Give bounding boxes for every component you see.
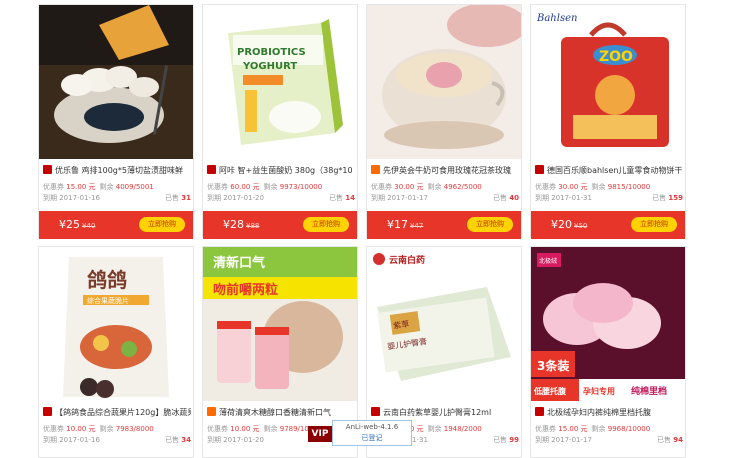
- product-card[interactable]: 先伊英会牛奶可食用玫瑰花冠茶玫瑰 优惠券 30.00 元剩余 4962/5000…: [366, 4, 522, 239]
- svg-text:鸽鸽: 鸽鸽: [87, 268, 127, 292]
- svg-text:PROBIOTICS: PROBIOTICS: [237, 47, 306, 58]
- buy-now-button[interactable]: 立即抢购: [631, 217, 677, 232]
- svg-text:综合果蔬脆片: 综合果蔬脆片: [87, 296, 129, 305]
- product-image[interactable]: PROBIOTICS YOGHURT: [203, 5, 357, 159]
- extension-popup[interactable]: AnLi-web-4.1.6 已登记: [332, 420, 412, 446]
- tmall-icon: [207, 165, 216, 174]
- price: ¥25 ¥40: [59, 218, 96, 231]
- price-bar: ¥25 ¥40 立即抢购: [39, 211, 193, 239]
- product-title[interactable]: 先伊英会牛奶可食用玫瑰花冠茶玫瑰: [371, 165, 519, 177]
- tmall-icon: [535, 407, 544, 416]
- price-bar: ¥28 ¥88 立即抢购: [203, 211, 357, 239]
- svg-text:Bahlsen: Bahlsen: [536, 13, 577, 24]
- coupon-info: 优惠券 30.00 元剩余 4962/5000: [371, 183, 482, 191]
- svg-text:YOGHURT: YOGHURT: [242, 61, 297, 72]
- tmall-icon: [535, 165, 544, 174]
- product-title[interactable]: 【鸽鸽食品综合蔬果片120g】脆冰蔬果: [43, 407, 191, 419]
- product-title[interactable]: 云南白药紫草婴儿护臀膏12ml: [371, 407, 519, 419]
- svg-text:北极绒: 北极绒: [539, 257, 557, 265]
- price: ¥28 ¥88: [223, 218, 260, 231]
- tmall-icon: [43, 407, 52, 416]
- svg-text:低腰托腹: 低腰托腹: [533, 386, 567, 396]
- expiry-info: 到期 2017-01-20 已售 14: [207, 194, 355, 202]
- taobao-icon: [207, 407, 216, 416]
- product-title[interactable]: 优乐鲁 鸡排100g*5薄切盐渍甜味鲜: [43, 165, 191, 177]
- tmall-icon: [371, 407, 380, 416]
- expiry-info: 到期 2017-01-16 已售 31: [43, 194, 191, 202]
- svg-text:纯棉里档: 纯棉里档: [631, 385, 667, 397]
- extension-status-link[interactable]: 已登记: [333, 433, 411, 443]
- product-image[interactable]: 清新口气 吻前嚼两粒: [203, 247, 357, 401]
- coupon-info: 优惠券 60.00 元剩余 9973/10000: [207, 183, 323, 191]
- vip-badge[interactable]: VIP: [308, 426, 332, 442]
- tmall-icon: [43, 165, 52, 174]
- product-card[interactable]: Bahlsen ZOO 德国百乐顺bahlsen儿童零食动物饼干 优惠券 30.…: [530, 4, 686, 239]
- taobao-icon: [371, 165, 380, 174]
- product-card[interactable]: 北极绒 3条装 低腰托腹 孕妇专用 纯棉里档 北极绒孕妇内裤纯棉里档托腹 优惠券…: [530, 246, 686, 458]
- expiry-info: 到期 2017-01-17 已售 94: [535, 436, 683, 444]
- expiry-info: 到期 2017-01-31 已售 159: [535, 194, 683, 202]
- price: ¥17 ¥47: [387, 218, 424, 231]
- svg-text:孕妇专用: 孕妇专用: [583, 386, 615, 396]
- product-image[interactable]: 鸽鸽 综合果蔬脆片: [39, 247, 193, 401]
- svg-text:吻前嚼两粒: 吻前嚼两粒: [213, 282, 278, 298]
- extension-version: AnLi-web-4.1.6: [345, 423, 399, 431]
- price-bar: ¥20 ¥50 立即抢购: [531, 211, 685, 239]
- coupon-info: 优惠券 10.00 元剩余 7983/8000: [43, 425, 154, 433]
- product-card[interactable]: PROBIOTICS YOGHURT 阿咔 智+益生菌酸奶 380g（38g*1…: [202, 4, 358, 239]
- buy-now-button[interactable]: 立即抢购: [303, 217, 349, 232]
- product-image[interactable]: Bahlsen ZOO: [531, 5, 685, 159]
- product-title[interactable]: 阿咔 智+益生菌酸奶 380g（38g*10: [207, 165, 355, 177]
- svg-text:ZOO: ZOO: [599, 49, 633, 65]
- product-title[interactable]: 薄荷清爽木糖醇口香糖清新口气: [207, 407, 355, 419]
- product-grid: 优乐鲁 鸡排100g*5薄切盐渍甜味鲜 优惠券 15.00 元剩余 4009/5…: [0, 0, 750, 458]
- expiry-info: 到期 2017-01-17 已售 40: [371, 194, 519, 202]
- product-image[interactable]: 北极绒 3条装 低腰托腹 孕妇专用 纯棉里档: [531, 247, 685, 401]
- coupon-info: 优惠券 15.00 元剩余 9968/10000: [535, 425, 651, 433]
- price: ¥20 ¥50: [551, 218, 588, 231]
- svg-text:清新口气: 清新口气: [213, 255, 265, 271]
- product-image[interactable]: [39, 5, 193, 159]
- coupon-info: 优惠券 30.00 元剩余 9815/10000: [535, 183, 651, 191]
- product-image[interactable]: [367, 5, 521, 159]
- expiry-info: 到期 2017-01-16 已售 34: [43, 436, 191, 444]
- product-title[interactable]: 北极绒孕妇内裤纯棉里档托腹: [535, 407, 683, 419]
- price-bar: ¥17 ¥47 立即抢购: [367, 211, 521, 239]
- product-card[interactable]: 优乐鲁 鸡排100g*5薄切盐渍甜味鲜 优惠券 15.00 元剩余 4009/5…: [38, 4, 194, 239]
- svg-text:云南白药: 云南白药: [389, 254, 425, 266]
- buy-now-button[interactable]: 立即抢购: [139, 217, 185, 232]
- coupon-info: 优惠券 15.00 元剩余 4009/5001: [43, 183, 154, 191]
- product-title[interactable]: 德国百乐顺bahlsen儿童零食动物饼干: [535, 165, 683, 177]
- product-image[interactable]: 云南白药 紫草 婴儿护臀膏: [367, 247, 521, 401]
- product-card[interactable]: 鸽鸽 综合果蔬脆片 【鸽鸽食品综合蔬果片120g】脆冰蔬果 优惠券 10.00 …: [38, 246, 194, 458]
- svg-text:3条装: 3条装: [537, 358, 569, 373]
- buy-now-button[interactable]: 立即抢购: [467, 217, 513, 232]
